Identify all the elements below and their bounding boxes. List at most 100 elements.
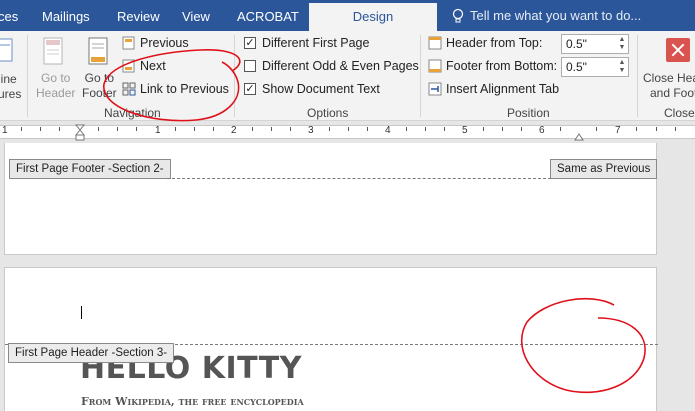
ruler-tick (117, 127, 118, 131)
ruler-tick (425, 127, 426, 131)
ruler-number: 1 (2, 125, 8, 136)
wikipedia-subtitle: From Wikipedia, the free encyclopedia (81, 395, 304, 408)
go-to-footer-line2: Footer (82, 86, 117, 100)
tab-view[interactable]: View (182, 9, 210, 24)
previous-section-icon (122, 36, 135, 50)
header-from-top-input[interactable]: 0.5" ▲ ▼ (561, 34, 629, 54)
close-header-footer-icon[interactable] (666, 38, 690, 62)
group-separator (27, 35, 28, 117)
first-page-footer-tag: First Page Footer -Section 2- (9, 159, 171, 179)
ruler-tick (483, 127, 484, 131)
footer-from-bottom-label: Footer from Bottom: (446, 59, 558, 73)
ruler-number: 5 (462, 125, 468, 136)
ruler-number: 7 (615, 125, 621, 136)
partial-label-2: ures (0, 87, 22, 101)
previous-button[interactable]: Previous (122, 34, 189, 52)
ruler-tick (59, 127, 60, 131)
go-to-header-icon (43, 37, 63, 65)
show-document-text-label: Show Document Text (262, 82, 380, 96)
different-first-page-checkbox[interactable]: ✓ Different First Page (244, 34, 369, 52)
go-to-footer-icon (88, 37, 108, 65)
checkbox-checked: ✓ (244, 82, 256, 95)
ruler-tick (636, 127, 637, 131)
tab-references[interactable]: ces (0, 9, 18, 24)
go-to-header-line1: Go to (41, 71, 71, 85)
tell-me-search[interactable]: Tell me what you want to do... (452, 8, 641, 23)
footer-position-icon (428, 59, 442, 73)
header-from-top-label: Header from Top: (446, 36, 543, 50)
spinner-arrows-icon[interactable]: ▲ ▼ (618, 59, 626, 75)
ruler-tick (560, 127, 561, 131)
ruler-tick (194, 127, 195, 131)
same-as-previous-tag: Same as Previous (550, 159, 658, 179)
ribbon-body: line ures Go to Header Go to Footer Prev… (0, 31, 695, 121)
ruler-tick (656, 127, 657, 131)
ruler-tick (329, 127, 330, 131)
tab-design[interactable]: Design (309, 3, 437, 31)
group-separator (637, 35, 638, 117)
ruler-tick (348, 127, 349, 131)
ruler-tick (175, 127, 176, 131)
tell-me-text: Tell me what you want to do... (470, 8, 642, 23)
show-document-text-checkbox[interactable]: ✓ Show Document Text (244, 80, 380, 98)
ribbon-tab-bar: ces Mailings Review View ACROBAT Design … (0, 0, 695, 31)
navigation-group-label: Navigation (104, 106, 161, 120)
close-header-footer-button[interactable]: Close Hea and Foot (643, 71, 695, 101)
link-to-previous-button[interactable]: Link to Previous (122, 80, 229, 98)
different-first-page-label: Different First Page (262, 36, 370, 50)
checkbox-checked: ✓ (244, 36, 256, 49)
ruler-number: 6 (539, 125, 545, 136)
tab-review[interactable]: Review (117, 9, 160, 24)
ruler-tick (444, 127, 445, 131)
position-group-label: Position (507, 106, 550, 120)
first-page-header-tag: First Page Header -Section 3- (8, 343, 175, 363)
next-section-icon (122, 59, 135, 73)
link-to-previous-label: Link to Previous (140, 82, 229, 96)
link-icon (122, 82, 136, 96)
go-to-footer-line1: Go to (84, 71, 115, 85)
ruler-number: 2 (231, 125, 237, 136)
header-from-top-value: 0.5" (566, 37, 587, 51)
footer-from-bottom-label-row: Footer from Bottom: (428, 57, 557, 75)
ruler-tick (406, 127, 407, 131)
text-cursor (81, 306, 82, 319)
header-from-top-label-row: Header from Top: (428, 34, 542, 52)
insert-alignment-tab-button[interactable]: Insert Alignment Tab (428, 80, 559, 98)
ruler-tick (98, 127, 99, 131)
footer-from-bottom-input[interactable]: 0.5" ▲ ▼ (561, 57, 629, 77)
header-position-icon (428, 36, 442, 50)
date-time-icon (0, 38, 13, 62)
right-indent-marker-icon[interactable] (574, 131, 584, 141)
close-label-2: and Foot (650, 86, 695, 100)
page-2-header-area[interactable]: HELLO KITTY From Wikipedia, the free enc… (4, 267, 658, 411)
spinner-arrows-icon[interactable]: ▲ ▼ (618, 36, 626, 52)
previous-label: Previous (140, 36, 189, 50)
horizontal-ruler[interactable]: 1 1 2 3 4 5 6 7 (0, 122, 695, 142)
close-label-1: Close Hea (643, 71, 695, 85)
group-separator (420, 35, 421, 117)
ruler-tick (252, 127, 253, 131)
partial-ribbon-button[interactable]: line ures (0, 72, 21, 102)
ruler-tick (271, 127, 272, 131)
go-to-footer-button[interactable]: Go to Footer (82, 71, 117, 101)
next-button[interactable]: Next (122, 57, 166, 75)
ruler-number: 4 (385, 125, 391, 136)
checkbox-unchecked (244, 59, 256, 72)
go-to-header-line2: Header (36, 86, 76, 100)
alignment-tab-icon (428, 82, 442, 96)
ruler-tick (502, 127, 503, 131)
different-odd-even-label: Different Odd & Even Pages (262, 59, 419, 73)
tab-acrobat[interactable]: ACROBAT (237, 9, 299, 24)
indent-marker-icon[interactable] (75, 124, 85, 141)
ruler-tick (21, 127, 22, 131)
insert-alignment-tab-label: Insert Alignment Tab (446, 82, 560, 96)
group-separator (234, 35, 235, 117)
footer-boundary-line (167, 178, 551, 179)
page-1-footer-area[interactable]: First Page Footer -Section 2- Same as Pr… (4, 143, 658, 255)
ruler-tick (675, 127, 676, 131)
go-to-header-button[interactable]: Go to Header (36, 71, 75, 101)
options-group-label: Options (307, 106, 349, 120)
tab-mailings[interactable]: Mailings (42, 9, 90, 24)
ruler-tick (367, 127, 368, 131)
different-odd-even-checkbox[interactable]: Different Odd & Even Pages (244, 57, 419, 75)
